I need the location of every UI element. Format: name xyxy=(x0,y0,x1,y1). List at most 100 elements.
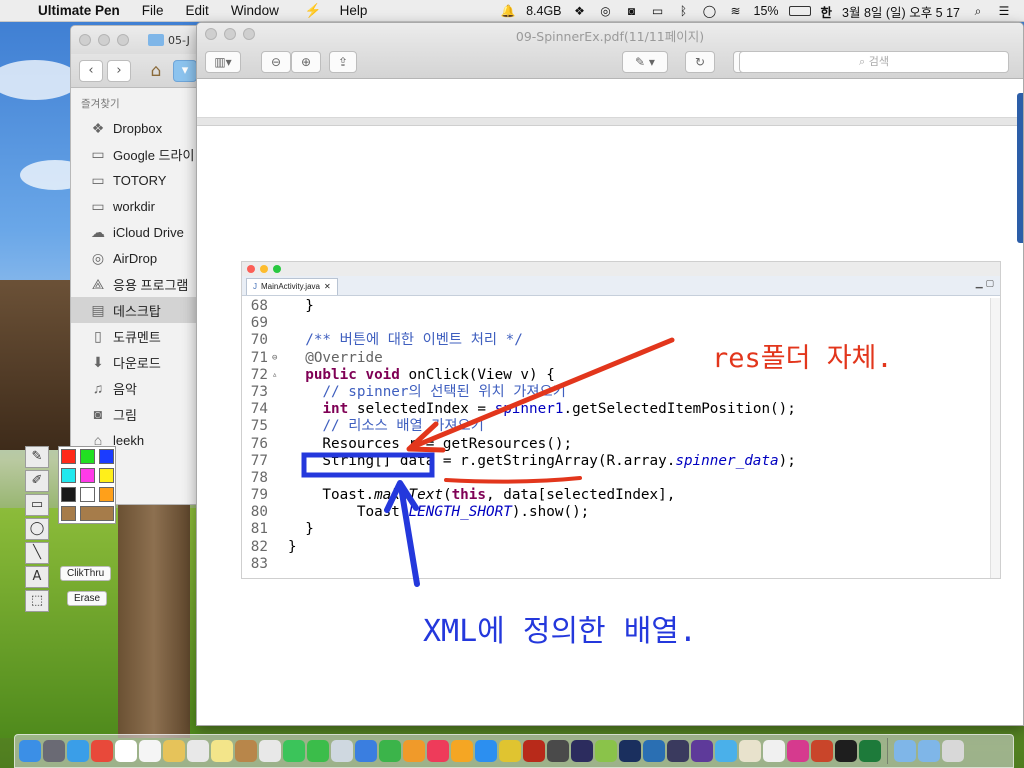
ellipse-tool-icon[interactable]: ◯ xyxy=(25,518,49,540)
notes-icon[interactable] xyxy=(163,740,185,762)
preview-icon[interactable] xyxy=(331,740,353,762)
color-swatch[interactable] xyxy=(80,468,95,483)
spotlight-search-icon[interactable]: ⌕ xyxy=(970,4,986,18)
sidebar-item-label: leekh xyxy=(113,432,145,448)
menu-help[interactable]: Help xyxy=(340,3,368,18)
keynote-icon[interactable] xyxy=(355,740,377,762)
menu-edit[interactable]: Edit xyxy=(186,3,209,18)
forward-button[interactable]: › xyxy=(107,59,131,82)
folder2-icon[interactable] xyxy=(918,740,940,762)
color-swatch[interactable] xyxy=(61,487,76,502)
clickthru-button[interactable]: ClikThru xyxy=(60,566,112,581)
launchpad-icon[interactable] xyxy=(43,740,65,762)
color-swatch[interactable] xyxy=(80,506,114,521)
android-icon[interactable] xyxy=(595,740,617,762)
bluetooth-icon[interactable]: ᛒ xyxy=(676,4,692,18)
close-button[interactable] xyxy=(79,34,91,46)
marker-tool-icon[interactable]: ✐ xyxy=(25,470,49,492)
facetime-icon[interactable] xyxy=(307,740,329,762)
appstore-icon[interactable] xyxy=(475,740,497,762)
code-line: 73 // spinner의 선택된 위치 가져오기 xyxy=(242,384,1000,401)
finder-tab[interactable]: 05-J xyxy=(148,34,190,47)
excel-icon[interactable] xyxy=(859,740,881,762)
color-swatch[interactable] xyxy=(99,449,114,464)
sidebar-toggle-icon[interactable]: ▥▾ xyxy=(205,50,241,73)
line-tool-icon[interactable]: ╲ xyxy=(25,542,49,564)
filezilla-icon[interactable] xyxy=(523,740,545,762)
battery-percent[interactable]: 15% xyxy=(754,4,779,18)
itunes-icon[interactable] xyxy=(427,740,449,762)
ai-icon[interactable] xyxy=(763,740,785,762)
menu-file[interactable]: File xyxy=(142,3,164,18)
memory-status[interactable]: 8.4GB xyxy=(526,4,561,18)
notification-center-icon[interactable]: ☰ xyxy=(996,4,1012,18)
share-icon[interactable]: ⇪ xyxy=(329,50,357,73)
photoshop-icon[interactable] xyxy=(619,740,641,762)
folder-icon[interactable] xyxy=(894,740,916,762)
chat-icon[interactable] xyxy=(787,740,809,762)
folder-action-icon[interactable]: ▾ xyxy=(173,59,197,82)
color-swatch[interactable] xyxy=(61,468,76,483)
bell-icon[interactable]: 🔔 xyxy=(500,4,516,18)
ibooks-icon[interactable] xyxy=(451,740,473,762)
home-icon[interactable]: ⌂ xyxy=(143,60,169,82)
database-icon[interactable] xyxy=(667,740,689,762)
menu-window[interactable]: Window xyxy=(231,3,279,18)
rotate-icon[interactable]: ↻ xyxy=(685,50,715,73)
selection-tool-icon[interactable]: ⬚ xyxy=(25,590,49,612)
sublime-icon[interactable] xyxy=(547,740,569,762)
safari-icon[interactable] xyxy=(67,740,89,762)
zoom-button[interactable] xyxy=(117,34,129,46)
dropbox-status-icon[interactable]: ❖ xyxy=(572,4,588,18)
markup-pen-icon[interactable]: ✎ ▾ xyxy=(622,50,668,73)
menu-app-name[interactable]: Ultimate Pen xyxy=(38,3,120,18)
rectangle-tool-icon[interactable]: ▭ xyxy=(25,494,49,516)
pen-tool-icon[interactable]: ✎ xyxy=(25,446,49,468)
camera-icon[interactable]: ◙ xyxy=(624,4,640,18)
input-language[interactable]: 한 xyxy=(821,2,833,21)
sync-icon[interactable]: ◎ xyxy=(598,4,614,18)
color-swatch[interactable] xyxy=(80,449,95,464)
clock[interactable]: 3월 8일 (일) 오후 5 17 xyxy=(842,2,960,21)
wifi-icon[interactable]: ≋ xyxy=(728,4,744,18)
zoom-out-icon[interactable]: ⊖ xyxy=(261,50,291,73)
calendar-icon[interactable] xyxy=(115,740,137,762)
pages-icon[interactable] xyxy=(403,740,425,762)
search-input[interactable]: ⌕ 검색 xyxy=(739,51,1009,73)
photos-icon[interactable] xyxy=(259,740,281,762)
terminal-icon[interactable] xyxy=(835,740,857,762)
airplay-icon[interactable]: ▭ xyxy=(650,4,666,18)
stickies-icon[interactable] xyxy=(211,740,233,762)
bolt-icon[interactable]: ⚡ xyxy=(305,3,322,19)
sidebar-item-label: Dropbox xyxy=(113,120,163,136)
color-swatch[interactable] xyxy=(61,449,76,464)
checkmark-icon[interactable] xyxy=(715,740,737,762)
finder-icon[interactable] xyxy=(19,740,41,762)
paper-icon[interactable] xyxy=(739,740,761,762)
scrivener-icon[interactable] xyxy=(643,740,665,762)
eclipse-icon[interactable] xyxy=(571,740,593,762)
vm-icon[interactable] xyxy=(691,740,713,762)
side-handle[interactable] xyxy=(1017,93,1023,243)
color-swatch[interactable] xyxy=(99,468,114,483)
color-swatch[interactable] xyxy=(80,487,95,502)
ultimatepen-icon[interactable] xyxy=(499,740,521,762)
reminders-icon[interactable] xyxy=(139,740,161,762)
chrome-icon[interactable] xyxy=(91,740,113,762)
folder-icon xyxy=(148,34,164,46)
erase-button[interactable]: Erase xyxy=(67,591,108,606)
clock-icon[interactable] xyxy=(187,740,209,762)
zoom-in-icon[interactable]: ⊕ xyxy=(291,50,321,73)
chat-bubble-icon[interactable]: ◯ xyxy=(702,4,718,18)
trash-icon[interactable] xyxy=(942,740,964,762)
back-button[interactable]: ‹ xyxy=(79,59,103,82)
messages-icon[interactable] xyxy=(283,740,305,762)
contacts-icon[interactable] xyxy=(235,740,257,762)
minimize-button[interactable] xyxy=(98,34,110,46)
numbers-icon[interactable] xyxy=(379,740,401,762)
color-swatch[interactable] xyxy=(99,487,114,502)
text-tool-icon[interactable]: A xyxy=(25,566,49,588)
battery-icon[interactable] xyxy=(788,6,811,16)
color-swatch[interactable] xyxy=(61,506,76,521)
powerpoint-icon[interactable] xyxy=(811,740,833,762)
